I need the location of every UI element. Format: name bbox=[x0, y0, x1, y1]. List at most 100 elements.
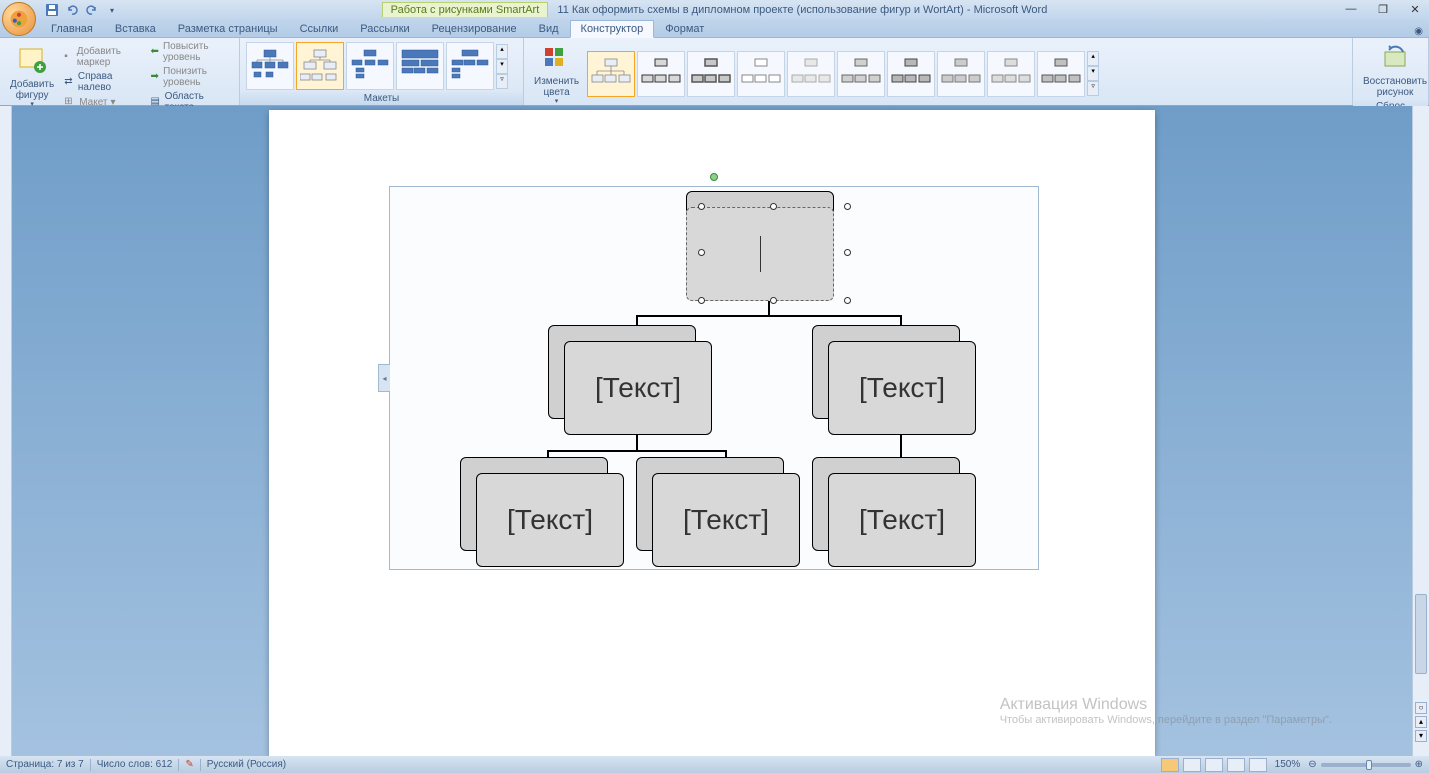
proofing-icon[interactable]: ✎ bbox=[185, 759, 193, 770]
selection-handle[interactable] bbox=[698, 203, 705, 210]
layout-item-5[interactable] bbox=[446, 42, 494, 90]
style-item-3[interactable] bbox=[687, 51, 735, 97]
layout-item-1[interactable] bbox=[246, 42, 294, 90]
smartart-node[interactable]: [Текст] bbox=[812, 457, 976, 567]
title-bar: ▾ Работа с рисунками SmartArt 11 Как офо… bbox=[0, 0, 1429, 20]
view-draft[interactable] bbox=[1249, 758, 1267, 772]
zoom-slider-thumb[interactable] bbox=[1366, 760, 1372, 770]
view-full-screen[interactable] bbox=[1183, 758, 1201, 772]
page-indicator[interactable]: Страница: 7 из 7 bbox=[6, 759, 84, 770]
style-item-1[interactable] bbox=[587, 51, 635, 97]
reset-graphic-button[interactable]: Восстановить рисунок bbox=[1359, 40, 1429, 100]
minimize-button[interactable]: — bbox=[1341, 2, 1361, 16]
rotate-handle[interactable] bbox=[710, 173, 718, 181]
node-text: [Текст] bbox=[507, 504, 593, 536]
tab-home[interactable]: Главная bbox=[40, 20, 104, 37]
smartart-root-node[interactable] bbox=[686, 191, 850, 301]
selection-handle[interactable] bbox=[844, 203, 851, 210]
tab-design[interactable]: Конструктор bbox=[570, 20, 655, 38]
tab-view[interactable]: Вид bbox=[528, 20, 570, 37]
word-count[interactable]: Число слов: 612 bbox=[97, 759, 173, 770]
tab-page-layout[interactable]: Разметка страницы bbox=[167, 20, 289, 37]
selection-handle[interactable] bbox=[698, 297, 705, 304]
layout-item-4[interactable] bbox=[396, 42, 444, 90]
view-outline[interactable] bbox=[1227, 758, 1245, 772]
redo-button[interactable] bbox=[84, 2, 100, 18]
style-gallery-more[interactable]: ▿ bbox=[1087, 81, 1099, 96]
document-title: 11 Как оформить схемы в дипломном проект… bbox=[557, 4, 1047, 16]
prev-page-button[interactable]: ▴ bbox=[1415, 716, 1427, 728]
selection-handle[interactable] bbox=[770, 297, 777, 304]
style-item-8[interactable] bbox=[937, 51, 985, 97]
style-item-9[interactable] bbox=[987, 51, 1035, 97]
change-colors-button[interactable]: Изменить цвета ▾ bbox=[530, 40, 583, 108]
style-item-5[interactable] bbox=[787, 51, 835, 97]
document-area: ◂ bbox=[0, 106, 1429, 756]
demote-button[interactable]: ➡Понизить уровень bbox=[148, 65, 233, 89]
selection-handle[interactable] bbox=[770, 203, 777, 210]
quick-access-toolbar: ▾ bbox=[40, 2, 120, 18]
tab-references[interactable]: Ссылки bbox=[289, 20, 350, 37]
smartart-canvas[interactable]: ◂ bbox=[389, 186, 1039, 570]
status-bar: Страница: 7 из 7 Число слов: 612 ✎ Русск… bbox=[0, 756, 1429, 773]
layout-gallery-down[interactable]: ▾ bbox=[496, 59, 508, 74]
color-palette-icon bbox=[541, 42, 573, 74]
selection-handle[interactable] bbox=[698, 249, 705, 256]
style-preview-icon bbox=[740, 55, 782, 93]
add-bullet-button[interactable]: ▪Добавить маркер bbox=[62, 45, 142, 69]
promote-button[interactable]: ⬅Повысить уровень bbox=[148, 40, 233, 64]
add-shape-button[interactable]: Добавить фигуру ▾ bbox=[6, 43, 58, 111]
scrollbar-thumb[interactable] bbox=[1415, 594, 1427, 674]
style-item-4[interactable] bbox=[737, 51, 785, 97]
help-button[interactable]: ◉ bbox=[1414, 26, 1429, 37]
tab-format[interactable]: Формат bbox=[654, 20, 715, 37]
smartart-node[interactable]: [Текст] bbox=[636, 457, 800, 567]
office-button[interactable] bbox=[2, 2, 36, 36]
style-item-10[interactable] bbox=[1037, 51, 1085, 97]
page-scroll-container[interactable]: ◂ bbox=[12, 106, 1412, 756]
context-tab-label: Работа с рисунками SmartArt bbox=[382, 2, 549, 17]
zoom-level[interactable]: 150% bbox=[1275, 759, 1301, 770]
selection-handle[interactable] bbox=[844, 297, 851, 304]
style-gallery-up[interactable]: ▴ bbox=[1087, 51, 1099, 66]
style-preview-icon bbox=[990, 55, 1032, 93]
smartart-node-selected[interactable] bbox=[686, 207, 834, 301]
zoom-out-button[interactable]: ⊖ bbox=[1308, 759, 1316, 770]
save-button[interactable] bbox=[44, 2, 60, 18]
right-to-left-button[interactable]: ⇄Справа налево bbox=[62, 70, 142, 94]
style-gallery-down[interactable]: ▾ bbox=[1087, 66, 1099, 81]
view-print-layout[interactable] bbox=[1161, 758, 1179, 772]
tab-review[interactable]: Рецензирование bbox=[421, 20, 528, 37]
layout-preview-icon bbox=[250, 48, 290, 84]
style-item-7[interactable] bbox=[887, 51, 935, 97]
smartart-node[interactable]: [Текст] bbox=[548, 325, 712, 435]
smartart-node[interactable]: [Текст] bbox=[460, 457, 624, 567]
text-pane-toggle[interactable]: ◂ bbox=[378, 364, 390, 392]
next-page-button[interactable]: ▾ bbox=[1415, 730, 1427, 742]
undo-button[interactable] bbox=[64, 2, 80, 18]
group-create-graphic: Добавить фигуру ▾ ▪Добавить маркер ⇄Спра… bbox=[0, 38, 240, 105]
style-preview-icon bbox=[790, 55, 832, 93]
node-text: [Текст] bbox=[859, 504, 945, 536]
maximize-button[interactable]: ❐ bbox=[1373, 2, 1393, 16]
close-button[interactable]: ✕ bbox=[1405, 2, 1425, 16]
browse-object-button[interactable]: ○ bbox=[1415, 702, 1427, 714]
vertical-scrollbar[interactable]: ○ ▴ ▾ bbox=[1412, 106, 1429, 756]
add-shape-icon bbox=[16, 45, 48, 77]
qat-customize-button[interactable]: ▾ bbox=[104, 2, 120, 18]
tab-mailings[interactable]: Рассылки bbox=[349, 20, 420, 37]
view-web-layout[interactable] bbox=[1205, 758, 1223, 772]
selection-handle[interactable] bbox=[844, 249, 851, 256]
layout-item-3[interactable] bbox=[346, 42, 394, 90]
smartart-node[interactable]: [Текст] bbox=[812, 325, 976, 435]
zoom-slider[interactable] bbox=[1321, 763, 1411, 767]
language-indicator[interactable]: Русский (Россия) bbox=[207, 759, 286, 770]
zoom-in-button[interactable]: ⊕ bbox=[1415, 759, 1423, 770]
tab-insert[interactable]: Вставка bbox=[104, 20, 167, 37]
layout-gallery-up[interactable]: ▴ bbox=[496, 44, 508, 59]
style-item-6[interactable] bbox=[837, 51, 885, 97]
layout-gallery-more[interactable]: ▿ bbox=[496, 74, 508, 89]
layout-item-2[interactable] bbox=[296, 42, 344, 90]
style-item-2[interactable] bbox=[637, 51, 685, 97]
group-styles: Изменить цвета ▾ ▴ ▾ ▿ Стили Smart bbox=[524, 38, 1353, 105]
